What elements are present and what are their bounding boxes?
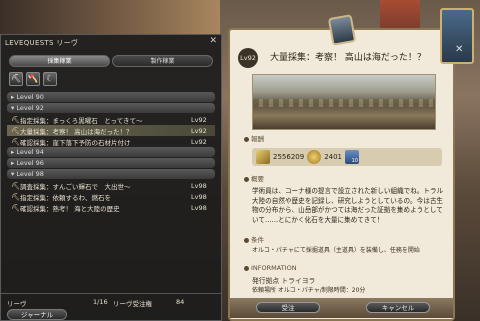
quest-name: 大量採集：考察！ 高山は海だった！？ — [20, 127, 133, 136]
group-header-level-92[interactable]: ▾ Level 92 — [7, 103, 215, 113]
leve-card-icon — [327, 14, 357, 46]
quest-image — [252, 74, 436, 130]
journal-button[interactable]: ジャーナル — [7, 309, 67, 320]
quest-name: 指定採集：依頼するわ、燃石を — [20, 193, 111, 202]
info-details: 依頼場所 オルコ・パチャ/制限時間：20分 — [252, 287, 366, 294]
quest-icon: ⛏ — [11, 181, 20, 190]
group-header-level-90[interactable]: ▸ Level 90 — [7, 92, 215, 102]
bullet-icon — [244, 136, 249, 142]
leve-label: リーヴ — [7, 300, 27, 308]
quest-level: Lv98 — [191, 192, 207, 201]
details-section-header: 概要 — [244, 173, 264, 183]
hatchet-icon[interactable]: 🪓 — [26, 72, 40, 86]
quest-name: 確認採集：熟考！ 海と大陸の歴史 — [20, 204, 120, 213]
background-scenery — [0, 0, 220, 34]
category-tabs: 採集稼業 製作稼業 — [9, 55, 215, 67]
information-section-header: INFORMATION — [244, 264, 297, 272]
allowance-value: 84 — [176, 298, 185, 306]
quest-level: Lv92 — [191, 126, 207, 135]
quest-icon: ⛏ — [11, 192, 20, 201]
quest-list: ▸ Level 90 ▾ Level 92 ⛏ 指定採集：まっくろ黒曜石 とって… — [7, 92, 215, 213]
quest-level: Lv92 — [191, 137, 207, 146]
class-filter: ⛏ 🪓 ☾ — [9, 72, 57, 86]
quest-title: 大量採集：考察！ 高山は海だった！？ — [270, 53, 426, 63]
info-location: 発行拠点 トライヨラ — [252, 277, 316, 285]
quest-name: 調査採集：すんごい輝石で 大出世〜 — [20, 182, 131, 191]
level-badge: Lv92 — [238, 48, 258, 68]
ruins-illustration — [253, 99, 435, 107]
quest-description: 学術員は、コーナ様の提言で設立された新しい組織でね。トラル大陸の自然や歴史を記録… — [252, 187, 444, 224]
levequest-list-window: LEVEQUESTS リーヴ ✕ 採集稼業 製作稼業 ⛏ 🪓 ☾ ▸ Level… — [0, 34, 222, 321]
list-item[interactable]: ⛏ 大量採集：考察！ 高山は海だった！？ Lv92 — [7, 125, 215, 136]
window-title: LEVEQUESTS リーヴ — [5, 39, 79, 47]
quest-level: Lv98 — [191, 203, 207, 212]
bullet-icon — [244, 237, 249, 243]
group-header-level-94[interactable]: ▸ Level 94 — [7, 147, 215, 157]
quest-icon: ⛏ — [11, 126, 20, 135]
list-item[interactable]: ⛏ 指定採集：まっくろ黒曜石 とってきて〜 Lv92 — [7, 114, 215, 125]
exp-icon — [256, 150, 270, 164]
quest-icon: ⛏ — [11, 137, 20, 146]
close-icon[interactable]: ✕ — [455, 44, 467, 56]
quest-icon: ⛏ — [11, 203, 20, 212]
gil-value: 2401 — [324, 153, 343, 161]
requirements-text: オルコ・パチャにて採掘道具（主道具）を装備し、任務を開始 — [252, 247, 420, 254]
exp-value: 2556209 — [273, 153, 305, 161]
bullet-icon — [244, 176, 249, 182]
pickaxe-icon[interactable]: ⛏ — [9, 72, 23, 86]
quest-level: Lv92 — [191, 115, 207, 124]
quest-name: 指定採集：まっくろ黒曜石 とってきて〜 — [20, 116, 143, 125]
reward-bar: 2556209 2401 10 — [252, 148, 442, 166]
close-icon[interactable]: ✕ — [209, 36, 217, 46]
leve-count: 1/16 — [93, 298, 108, 306]
tab-gathering[interactable]: 採集稼業 — [9, 55, 110, 67]
group-header-level-98[interactable]: ▾ Level 98 — [7, 169, 215, 179]
list-item[interactable]: ⛏ 調査採集：すんごい輝石で 大出世〜 Lv98 — [7, 180, 215, 191]
sickle-icon[interactable]: ☾ — [43, 72, 57, 86]
bullet-icon — [244, 265, 249, 271]
list-item[interactable]: ⛏ 指定採集：依頼するわ、燃石を Lv98 — [7, 191, 215, 202]
quest-name: 確認採集：崖下落下予防の石材片付け — [20, 138, 131, 147]
quest-level: Lv98 — [191, 181, 207, 190]
quest-detail-window: Lv92 大量採集：考察！ 高山は海だった！？ 報酬 2556209 2401 … — [228, 14, 455, 321]
seal-icon: 10 — [345, 150, 360, 164]
gil-icon — [307, 150, 322, 164]
accept-button[interactable]: 受注 — [256, 302, 320, 313]
cancel-button[interactable]: キャンセル — [366, 302, 430, 313]
reward-section-header: 報酬 — [244, 133, 264, 143]
action-bar: 受注 キャンセル — [230, 298, 453, 318]
group-header-level-96[interactable]: ▸ Level 96 — [7, 158, 215, 168]
quest-icon: ⛏ — [11, 115, 20, 124]
list-item[interactable]: ⛏ 確認採集：熟考！ 海と大陸の歴史 Lv98 — [7, 202, 215, 213]
list-item[interactable]: ⛏ 確認採集：崖下落下予防の石材片付け Lv92 — [7, 136, 215, 147]
tab-crafting[interactable]: 製作稼業 — [112, 55, 213, 67]
list-footer: リーヴ 1/16 リーヴ受注権 84 ジャーナル — [1, 293, 221, 321]
allowance-label: リーヴ受注権 — [113, 300, 152, 308]
requirements-section-header: 条件 — [244, 234, 264, 244]
